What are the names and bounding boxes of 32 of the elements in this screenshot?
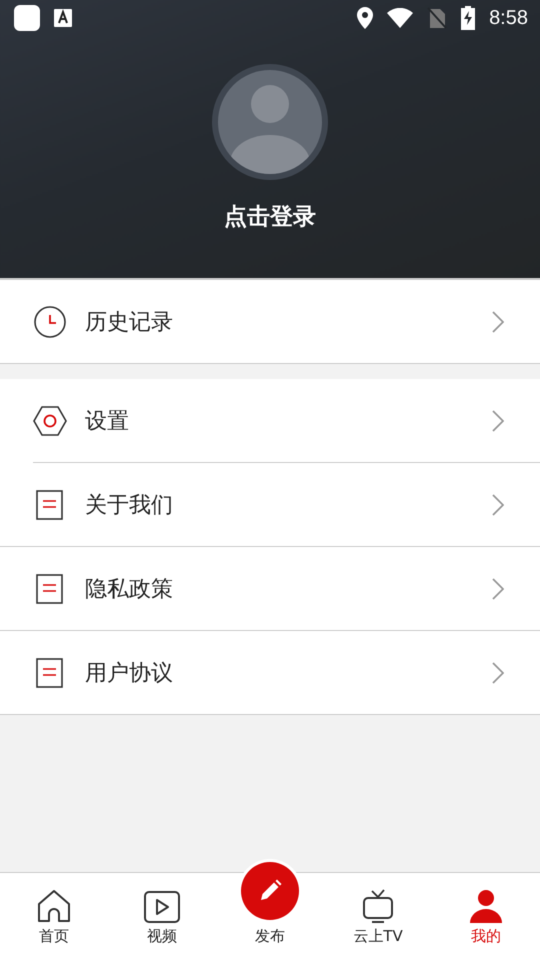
nav-tab[interactable]: 我的 — [432, 873, 540, 960]
play-icon — [144, 891, 180, 923]
nav-tab[interactable]: 发布 — [216, 855, 324, 960]
menu-item[interactable]: 关于我们 — [0, 463, 540, 547]
menu-item[interactable]: 用户协议 — [0, 631, 540, 715]
nav-tab[interactable]: 视频 — [108, 873, 216, 960]
settings-icon — [33, 404, 67, 436]
chevron-right-icon — [492, 310, 504, 332]
tv-icon — [362, 889, 394, 923]
battery-charging-icon — [461, 6, 476, 30]
home-icon — [37, 889, 71, 923]
app-icon — [14, 5, 40, 31]
location-icon — [357, 7, 374, 29]
clock-time: 8:58 — [489, 6, 528, 30]
nav-tab[interactable]: 云上TV — [324, 873, 432, 960]
person-icon — [469, 889, 503, 923]
chevron-right-icon — [492, 494, 504, 516]
chevron-right-icon — [492, 578, 504, 600]
chevron-right-icon — [492, 410, 504, 432]
publish-button[interactable] — [241, 862, 299, 920]
nav-tab[interactable]: 首页 — [0, 873, 108, 960]
chevron-right-icon — [492, 662, 504, 684]
pencil-icon — [258, 879, 282, 903]
avatar-icon[interactable] — [211, 63, 329, 181]
wifi-icon — [387, 8, 414, 28]
menu-item[interactable]: 设置 — [33, 379, 540, 463]
menu-item[interactable]: 历史记录 — [0, 280, 540, 364]
clock-icon — [33, 304, 67, 338]
no-sim-icon — [427, 7, 448, 29]
menu-item[interactable]: 隐私政策 — [0, 547, 540, 631]
login-link[interactable]: 点击登录 — [224, 201, 316, 232]
keyboard-icon — [54, 9, 72, 27]
